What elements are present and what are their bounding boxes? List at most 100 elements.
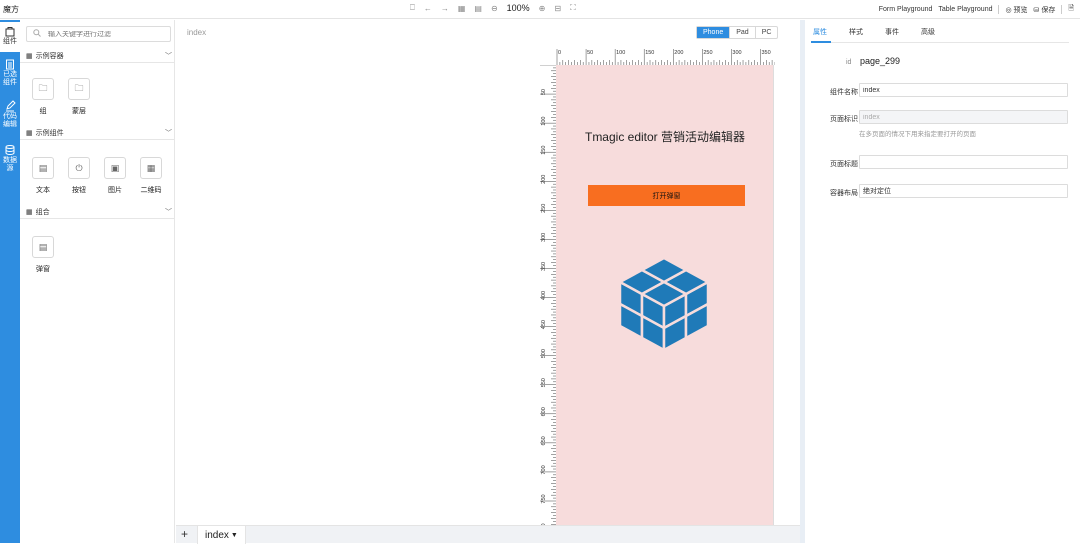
group-header[interactable]: ▦ 示例组件 ﹀ — [20, 126, 175, 140]
tab-properties[interactable]: 属性 — [813, 27, 827, 37]
group-title: 组合 — [35, 208, 50, 216]
stage-label: index — [187, 28, 207, 37]
device-pad[interactable]: Pad — [729, 27, 754, 38]
ruler-label: 350 — [761, 50, 770, 56]
component-item[interactable]: ▤ 文本 — [30, 157, 56, 195]
zoom-in-icon[interactable]: ⊕ — [539, 4, 546, 13]
component-name-field[interactable] — [859, 83, 1068, 97]
database-icon — [4, 144, 16, 156]
component-item[interactable]: ⏻ 按钮 — [66, 157, 92, 195]
ruler-label: 250 — [703, 50, 712, 56]
page-title-text[interactable]: Tmagic editor 营销活动编辑器 — [556, 128, 774, 145]
id-key: id — [846, 59, 852, 66]
component-item[interactable]: 🗀 组 — [30, 78, 56, 116]
sidebar-rail: 组件 已选组件 代码编辑 数据源 — [0, 20, 20, 543]
grid-icon: ▦ — [26, 52, 33, 60]
field-label: 组件名称 — [830, 89, 858, 96]
sidebar-item-datasource[interactable]: 数据源 — [0, 144, 20, 173]
open-popup-button[interactable]: 打开弹窗 — [588, 185, 745, 206]
field-hint: 在多页面的情况下用来指定要打开的页面 — [859, 131, 976, 138]
group-header[interactable]: ▦ 示例容器 ﹀ — [20, 49, 175, 63]
page-tab-index[interactable]: index ▼ — [197, 526, 246, 544]
component-item[interactable]: ▦ 二维码 — [138, 157, 164, 195]
sidebar-item-label: 组件 — [3, 38, 17, 45]
ruler-label: 300 — [541, 233, 547, 242]
sidebar-item-label: 数据源 — [3, 157, 17, 172]
sidebar-item-code[interactable]: 代码编辑 — [0, 100, 20, 129]
ruler-label: 50 — [587, 50, 593, 56]
redo-icon[interactable]: → — [441, 4, 449, 13]
tab-style[interactable]: 样式 — [849, 27, 863, 37]
divider — [1061, 5, 1063, 14]
sidebar-item-components[interactable]: 组件 — [0, 22, 20, 52]
search-input[interactable] — [48, 30, 158, 38]
field-label: 页面标识 — [830, 116, 858, 123]
divider — [998, 5, 1000, 14]
page-canvas[interactable]: Tmagic editor 营销活动编辑器 打开弹窗 — [556, 65, 774, 540]
page-title-field[interactable] — [859, 155, 1068, 169]
eye-icon: ◎ — [1005, 6, 1014, 14]
component-label: 弹窗 — [36, 266, 50, 273]
form-playground-link[interactable]: Form Playground — [879, 6, 933, 13]
ruler-label: 700 — [541, 465, 547, 474]
chevron-down-icon: ﹀ — [165, 209, 172, 216]
toolbar-right: Form Playground Table Playground ◎ 预览 ⛁ … — [879, 4, 1074, 15]
ruler-label: 150 — [645, 50, 654, 56]
active-tab-indicator — [811, 41, 831, 43]
ruler-label: 650 — [541, 436, 547, 445]
component-item[interactable]: ▣ 图片 — [102, 157, 128, 195]
component-item[interactable]: 🗀 蒙层 — [66, 78, 92, 116]
document-icon: ▤ — [32, 236, 54, 258]
component-panel: ▦ 示例容器 ﹀ 🗀 组 🗀 蒙层 ▦ 示例组件 ﹀ ▤ 文本 ⏻ 按钮 ▣ 图… — [20, 20, 175, 543]
cube-image[interactable] — [612, 250, 716, 354]
table-playground-link[interactable]: Table Playground — [938, 6, 992, 13]
source-icon[interactable]: 🗎 — [1068, 4, 1074, 15]
delete-icon[interactable]: ⎕ — [410, 3, 415, 13]
page-id-field — [859, 110, 1068, 124]
grid-icon[interactable]: ▦ — [458, 4, 466, 13]
id-value: page_299 — [859, 56, 901, 66]
tab-advanced[interactable]: 高级 — [921, 27, 935, 37]
ruler-label: 0 — [558, 50, 561, 56]
group-header[interactable]: ▦ 组合 ﹀ — [20, 205, 175, 219]
field-label: 容器布局 — [830, 190, 858, 197]
page-tab-label: index — [205, 529, 229, 541]
layout-field[interactable] — [859, 184, 1068, 198]
device-pc[interactable]: PC — [754, 27, 778, 38]
edit-icon — [4, 100, 16, 112]
ruler-label: 350 — [541, 262, 547, 271]
sidebar-item-selected[interactable]: 已选组件 — [0, 58, 20, 87]
horizontal-ruler: 0 50 100 150 200 250 300 350 — [556, 49, 775, 65]
power-icon: ⏻ — [68, 157, 90, 179]
vertical-ruler: 50 100 150 200 250 300 350 400 450 500 550 600 650 70… — [540, 65, 556, 540]
component-label: 图片 — [108, 187, 122, 194]
undo-icon[interactable]: ← — [424, 4, 432, 13]
ruler-label: 500 — [541, 349, 547, 358]
component-item[interactable]: ▤ 弹窗 — [30, 236, 56, 274]
props-tabs: 属性 样式 事件 高级 — [813, 27, 935, 37]
add-page-button[interactable]: + — [181, 528, 188, 540]
zoom-out-icon[interactable]: ⊖ — [491, 4, 498, 13]
guides-icon[interactable]: ▤ — [474, 4, 482, 13]
grid-icon: ▦ — [26, 208, 33, 216]
preview-button[interactable]: ◎ 预览 — [1005, 5, 1027, 15]
tab-events[interactable]: 事件 — [885, 27, 899, 37]
editor-toolbar: ⎕ ← → ▦ ▤ ⊖ 100% ⊕ ⊟ ⛶ — [410, 3, 576, 13]
ruler-label: 300 — [732, 50, 741, 56]
fit-icon[interactable]: ⊟ — [554, 4, 561, 13]
folder-icon: 🗀 — [68, 78, 90, 100]
ruler-label: 450 — [541, 320, 547, 329]
device-phone[interactable]: Phone — [697, 27, 730, 38]
clipboard-icon — [4, 58, 16, 70]
ruler-label: 100 — [616, 50, 625, 56]
ruler-label: 150 — [541, 146, 547, 155]
zoom-level: 100% — [506, 3, 530, 13]
save-button[interactable]: ⛁ 保存 — [1034, 5, 1056, 15]
tabs-divider — [811, 42, 1069, 43]
grid-icon: ▦ — [26, 129, 33, 137]
component-label: 文本 — [36, 187, 50, 194]
caret-down-icon: ▼ — [230, 531, 238, 539]
fullscreen-icon[interactable]: ⛶ — [570, 3, 576, 13]
id-row: id page_299 — [846, 56, 900, 66]
field-label: 页面标题 — [830, 161, 858, 168]
